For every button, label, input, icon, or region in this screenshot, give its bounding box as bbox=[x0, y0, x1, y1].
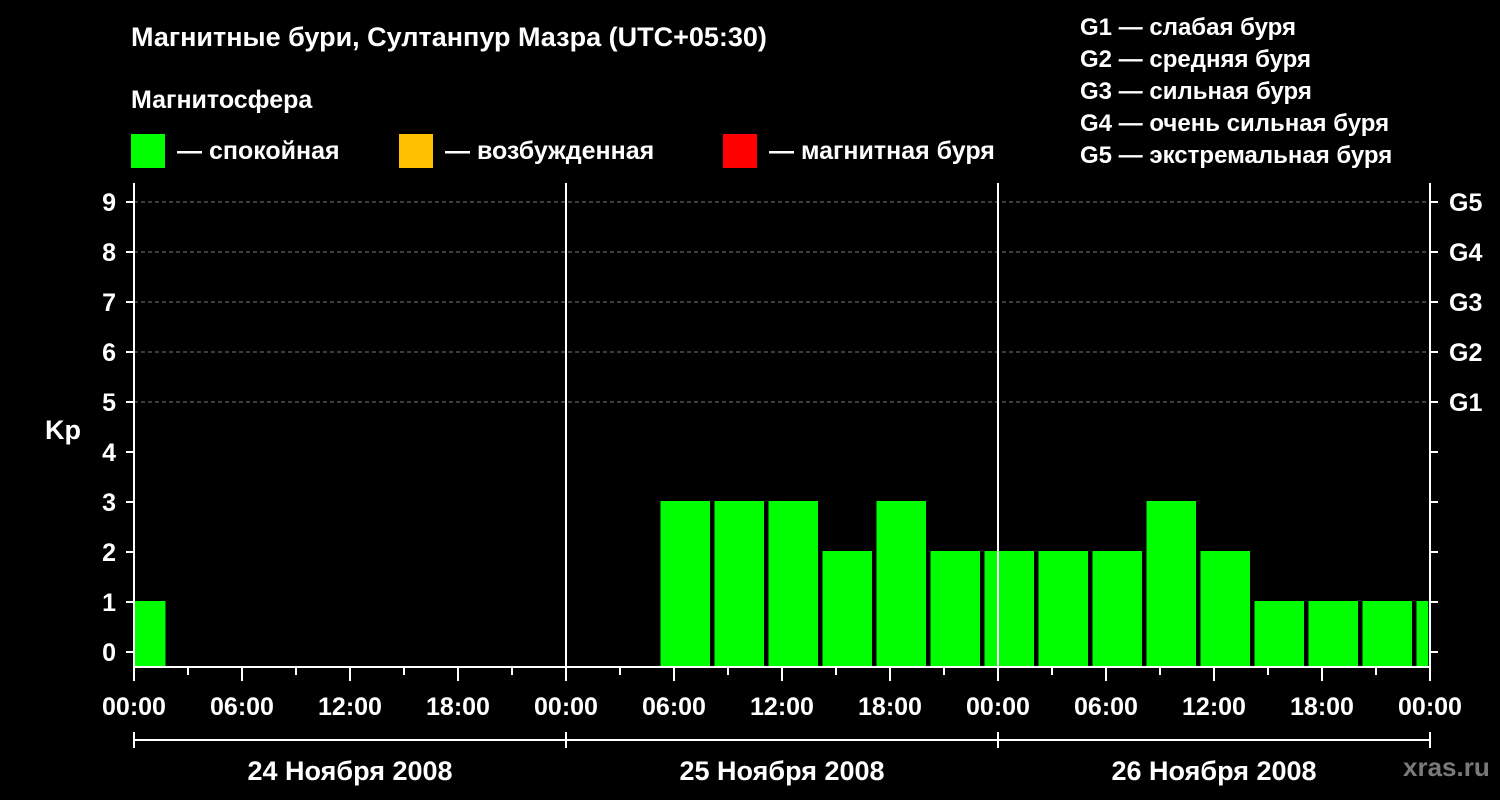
x-tick-label-1: 06:00 bbox=[210, 693, 274, 721]
y-tick-label-0: 0 bbox=[102, 639, 116, 667]
y-tick-label-3: 3 bbox=[102, 489, 116, 517]
kp-bar-1 bbox=[660, 501, 710, 667]
x-tick-label-2: 12:00 bbox=[318, 693, 382, 721]
kp-bar-5 bbox=[876, 501, 926, 667]
kp-bar-0 bbox=[134, 601, 166, 667]
x-tick-label-0: 00:00 bbox=[102, 693, 166, 721]
y-tick-label-7: 7 bbox=[102, 289, 116, 317]
g-label-g3: G3 bbox=[1449, 289, 1482, 317]
x-tick-label-12: 00:00 bbox=[1398, 693, 1462, 721]
kp-bar-10 bbox=[1146, 501, 1196, 667]
kp-bar-3 bbox=[768, 501, 818, 667]
kp-bar-14 bbox=[1362, 601, 1412, 667]
y-tick-label-4: 4 bbox=[102, 439, 116, 467]
y-tick-label-1: 1 bbox=[102, 589, 116, 617]
y-axis-label: Kp bbox=[45, 415, 81, 445]
g-label-g2: G2 bbox=[1449, 339, 1482, 367]
x-tick-label-10: 12:00 bbox=[1182, 693, 1246, 721]
y-tick-label-8: 8 bbox=[102, 239, 116, 267]
y-tick-label-9: 9 bbox=[102, 189, 116, 217]
kp-bar-7 bbox=[984, 551, 1034, 667]
kp-bar-4 bbox=[822, 551, 872, 667]
kp-bar-11 bbox=[1200, 551, 1250, 667]
g-label-g1: G1 bbox=[1449, 389, 1482, 417]
date-label-0: 24 Ноября 2008 bbox=[247, 756, 452, 786]
kp-bar-12 bbox=[1254, 601, 1304, 667]
kp-bar-13 bbox=[1308, 601, 1358, 667]
y-tick-label-6: 6 bbox=[102, 339, 116, 367]
watermark: xras.ru bbox=[1403, 752, 1490, 782]
kp-bar-9 bbox=[1092, 551, 1142, 667]
x-tick-label-5: 06:00 bbox=[642, 693, 706, 721]
date-label-2: 26 Ноября 2008 bbox=[1111, 756, 1316, 786]
x-tick-label-8: 00:00 bbox=[966, 693, 1030, 721]
x-tick-label-6: 12:00 bbox=[750, 693, 814, 721]
x-tick-label-4: 00:00 bbox=[534, 693, 598, 721]
date-label-1: 25 Ноября 2008 bbox=[679, 756, 884, 786]
g-label-g5: G5 bbox=[1449, 189, 1482, 217]
y-tick-label-2: 2 bbox=[102, 539, 116, 567]
x-tick-label-7: 18:00 bbox=[858, 693, 922, 721]
y-tick-label-5: 5 bbox=[102, 389, 116, 417]
kp-chart: 0 1 2 3 4 5 6 7 8 9 G1 G2 G3 G4 G5 Kp 00:00 06:00 12:00 18:… bbox=[45, 183, 1482, 786]
kp-bar-2 bbox=[714, 501, 764, 667]
x-tick-label-9: 06:00 bbox=[1074, 693, 1138, 721]
g-label-g4: G4 bbox=[1449, 239, 1482, 267]
kp-bar-8 bbox=[1038, 551, 1088, 667]
kp-bar-6 bbox=[930, 551, 980, 667]
x-tick-label-11: 18:00 bbox=[1290, 693, 1354, 721]
kp-bar-15 bbox=[1416, 601, 1429, 667]
x-tick-label-3: 18:00 bbox=[426, 693, 490, 721]
